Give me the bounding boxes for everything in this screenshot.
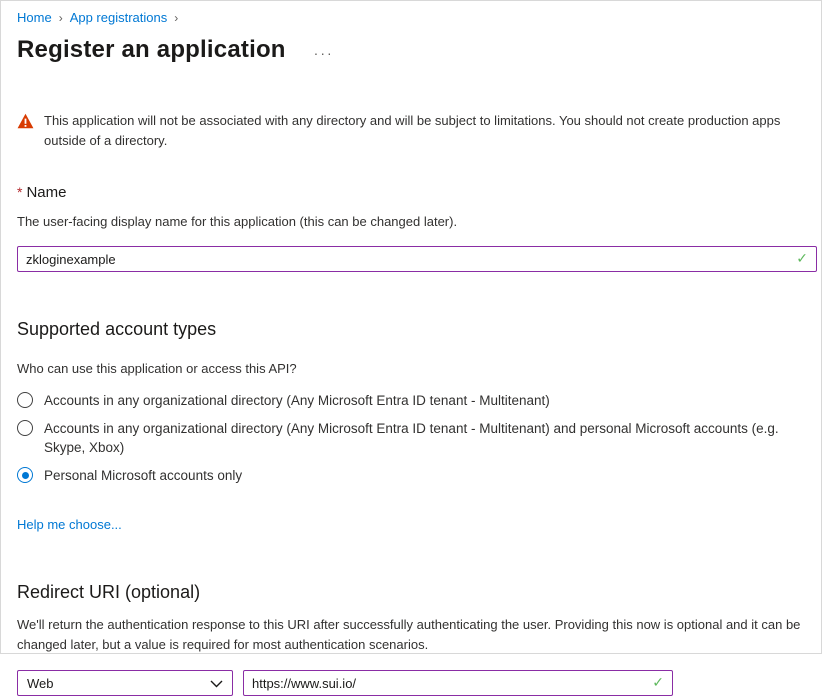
chevron-down-icon	[210, 676, 223, 691]
warning-text: This application will not be associated …	[44, 111, 800, 151]
breadcrumb: Home › App registrations ›	[17, 1, 815, 27]
page-title: Register an application	[17, 34, 286, 66]
register-application-blade: Home › App registrations › Register an a…	[0, 0, 822, 654]
warning-triangle-icon	[17, 113, 34, 151]
name-field-description: The user-facing display name for this ap…	[17, 213, 815, 231]
more-ellipsis-icon[interactable]: ···	[314, 45, 334, 61]
radio-option-label: Accounts in any organizational directory…	[44, 391, 550, 410]
breadcrumb-app-registrations-link[interactable]: App registrations	[70, 9, 168, 27]
supported-account-types-heading: Supported account types	[17, 317, 815, 341]
app-name-input[interactable]	[17, 246, 817, 272]
radio-option-personal-only[interactable]: Personal Microsoft accounts only	[17, 466, 815, 485]
chevron-right-icon: ›	[174, 9, 178, 27]
breadcrumb-home-link[interactable]: Home	[17, 9, 52, 27]
warning-banner: This application will not be associated …	[17, 111, 815, 151]
radio-option-multitenant-personal[interactable]: Accounts in any organizational directory…	[17, 419, 815, 457]
account-types-question: Who can use this application or access t…	[17, 360, 815, 378]
radio-button-icon[interactable]	[17, 420, 33, 436]
platform-select-dropdown[interactable]: Web	[17, 670, 233, 696]
redirect-uri-input[interactable]	[243, 670, 673, 696]
chevron-right-icon: ›	[59, 9, 63, 27]
radio-button-icon[interactable]	[17, 467, 33, 483]
name-field-label: *Name	[17, 182, 815, 203]
redirect-uri-description: We'll return the authentication response…	[17, 615, 807, 655]
radio-option-label: Accounts in any organizational directory…	[44, 419, 796, 457]
help-me-choose-link[interactable]: Help me choose...	[17, 517, 122, 532]
radio-button-icon[interactable]	[17, 392, 33, 408]
platform-selected-value: Web	[27, 676, 54, 691]
required-asterisk: *	[17, 184, 22, 200]
redirect-uri-heading: Redirect URI (optional)	[17, 580, 815, 604]
name-label-text: Name	[26, 184, 66, 201]
account-type-options: Accounts in any organizational directory…	[17, 391, 815, 485]
radio-option-label: Personal Microsoft accounts only	[44, 466, 242, 485]
radio-option-multitenant[interactable]: Accounts in any organizational directory…	[17, 391, 815, 410]
